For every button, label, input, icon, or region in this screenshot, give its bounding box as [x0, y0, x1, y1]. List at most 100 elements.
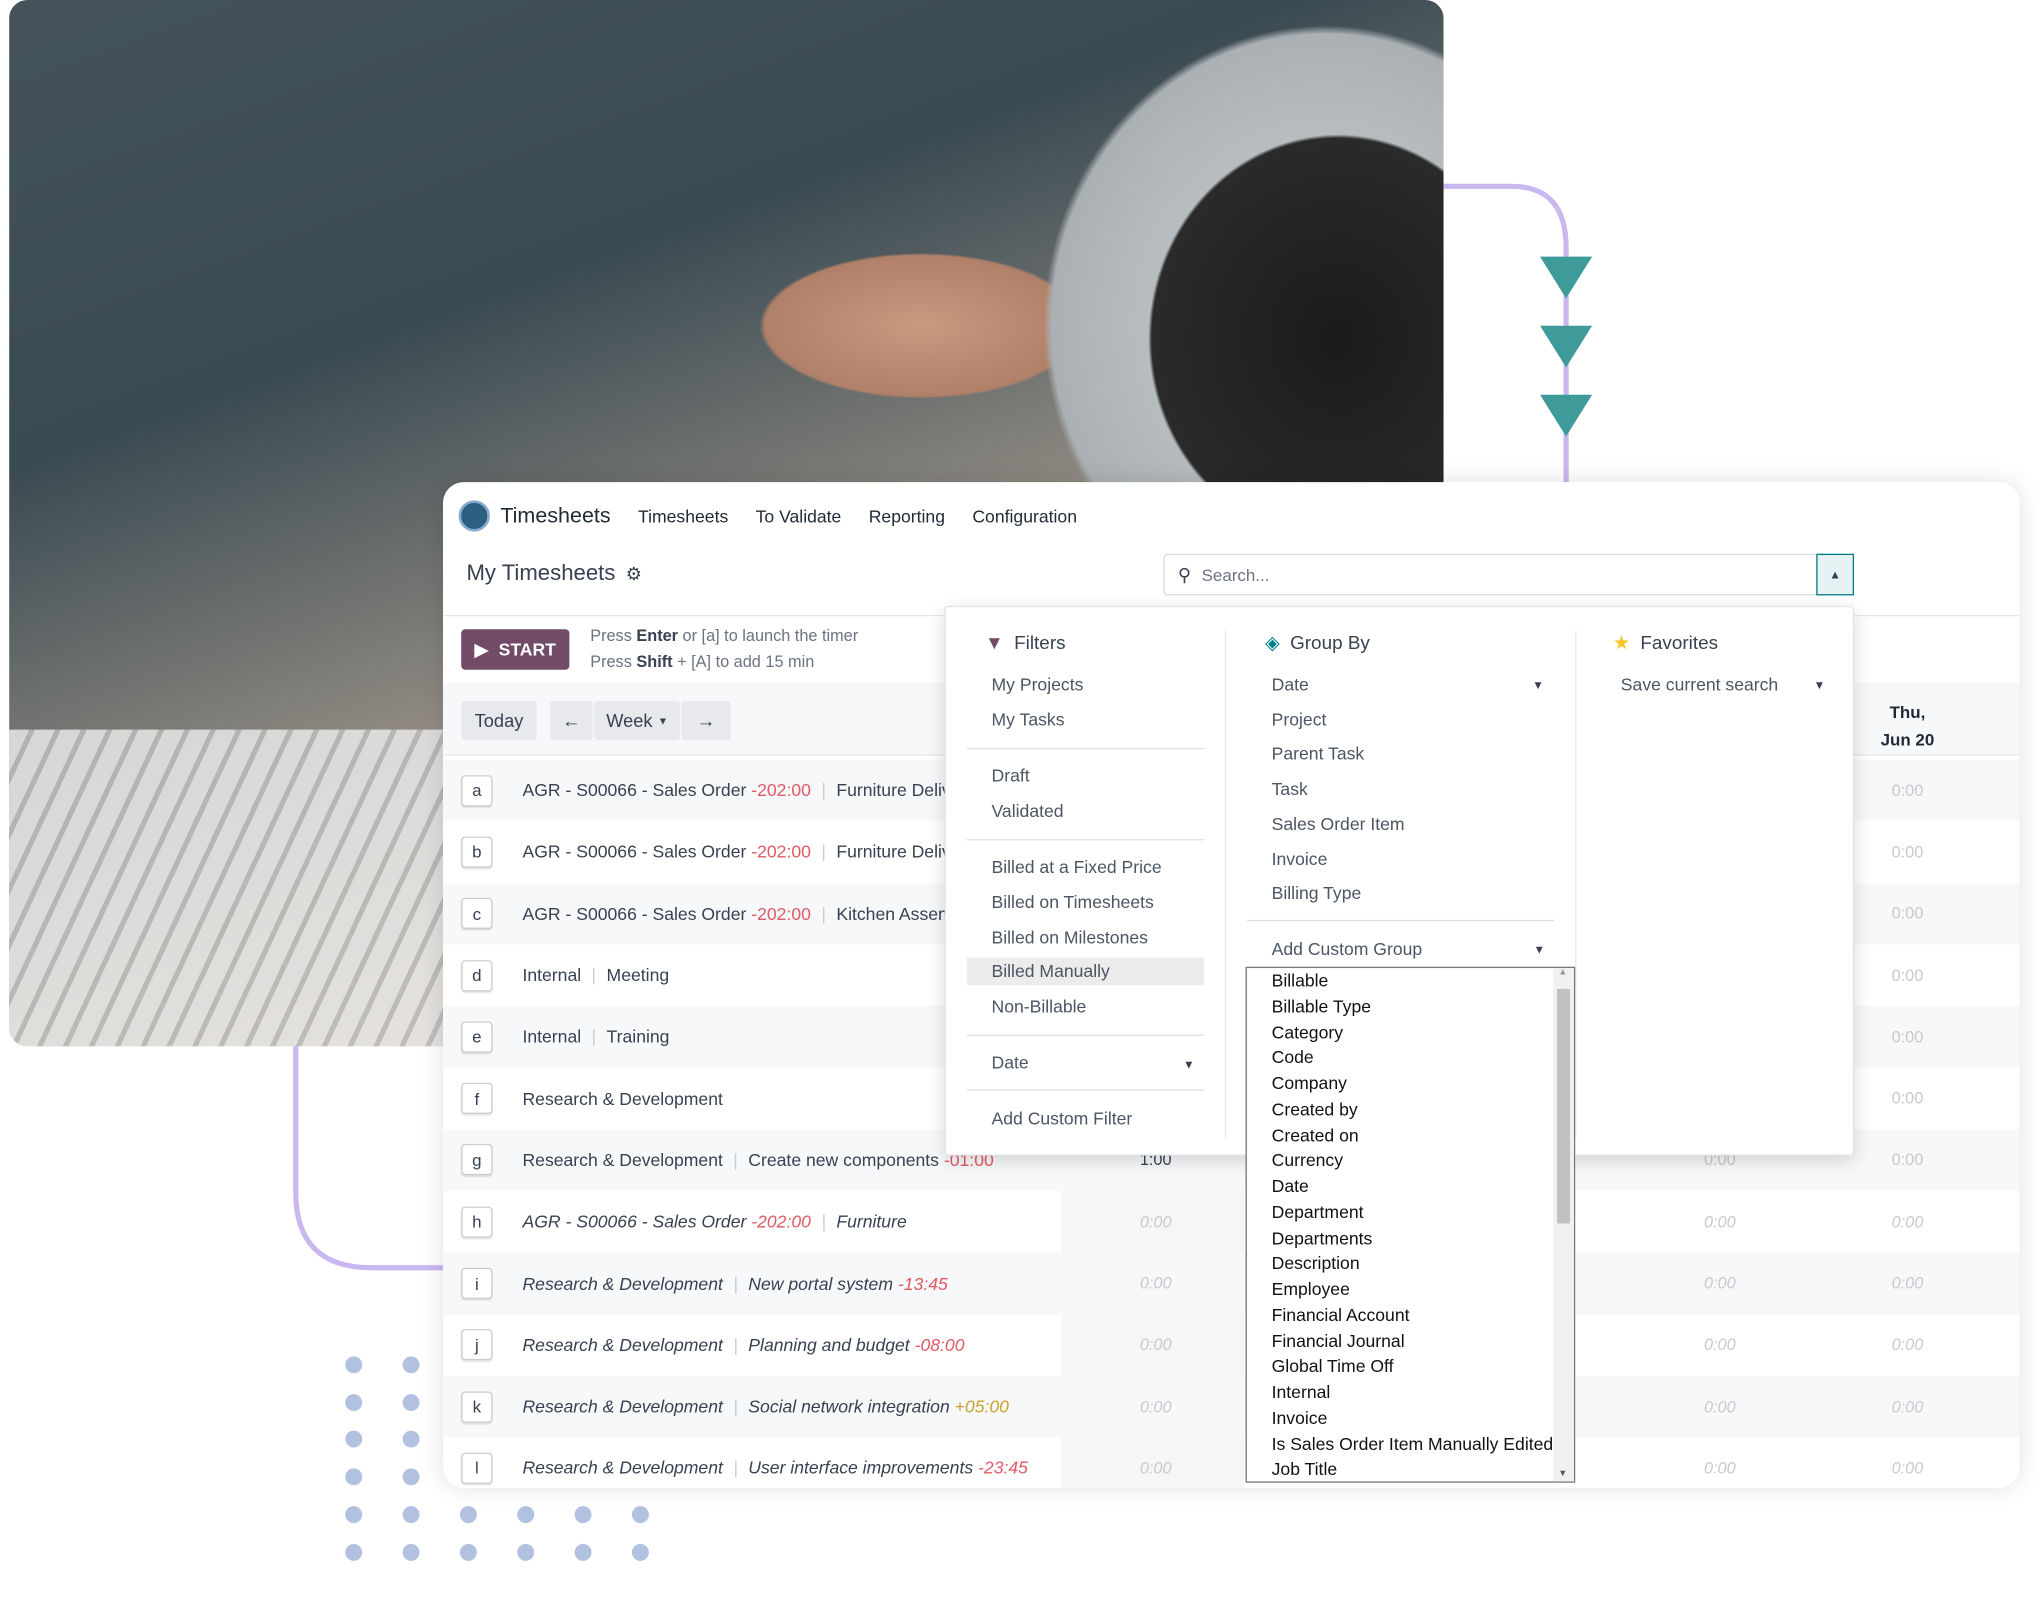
row-label[interactable]: Research & Development | Planning and budg… — [522, 1335, 964, 1355]
select-option[interactable]: Company — [1247, 1071, 1574, 1097]
select-option[interactable]: Employee — [1247, 1277, 1574, 1303]
caret-down-icon[interactable]: ▼ — [1532, 679, 1544, 692]
caret-down-icon[interactable]: ▼ — [1814, 679, 1826, 692]
select-option[interactable]: Job Title — [1247, 1457, 1574, 1481]
hours-cell[interactable]: 0:00 — [1868, 1028, 1946, 1046]
period-dropdown[interactable]: Week ▼ — [594, 700, 681, 741]
select-option[interactable]: Financial Account — [1247, 1303, 1574, 1329]
row-label[interactable]: AGR - S00066 - Sales Order -202:00 | Kitch… — [522, 904, 952, 924]
hours-cell[interactable]: 0:00 — [1868, 1151, 1946, 1169]
hours-cell[interactable]: 0:00 — [1681, 1459, 1759, 1477]
group-by-item[interactable]: Project — [1272, 710, 1327, 730]
select-option[interactable]: Created by — [1247, 1097, 1574, 1123]
start-timer-button[interactable]: ▶ START — [461, 629, 570, 670]
select-option[interactable]: Internal — [1247, 1380, 1574, 1406]
row-label[interactable]: Research & Development | User interface im… — [522, 1459, 1027, 1479]
previous-button[interactable]: ← — [549, 700, 593, 741]
table-row[interactable]: l Research & Development | User interface i… — [443, 1437, 2020, 1487]
row-label[interactable]: AGR - S00066 - Sales Order -202:00 | Furni… — [522, 1212, 906, 1232]
filter-item[interactable]: My Tasks — [992, 710, 1065, 730]
hours-cell[interactable]: 0:00 — [1681, 1213, 1759, 1231]
filter-item[interactable]: Billed on Milestones — [992, 927, 1148, 947]
hours-cell[interactable]: 0:00 — [1868, 1213, 1946, 1231]
select-option[interactable]: Invoice — [1247, 1406, 1574, 1432]
filter-item[interactable]: Billed on Timesheets — [992, 892, 1154, 912]
select-option[interactable]: Is Sales Order Item Manually Edited — [1247, 1431, 1574, 1457]
group-by-item[interactable]: Task — [1272, 779, 1308, 799]
select-option[interactable]: Department — [1247, 1200, 1574, 1226]
filter-item[interactable]: My Projects — [992, 675, 1084, 695]
row-label[interactable]: Internal | Meeting — [522, 965, 669, 985]
hours-cell[interactable]: 0:00 — [1117, 1213, 1195, 1231]
app-logo-icon[interactable] — [458, 500, 490, 532]
filter-item[interactable]: Draft — [992, 766, 1030, 786]
add-custom-group[interactable]: Add Custom Group — [1272, 939, 1423, 959]
group-by-item[interactable]: Invoice — [1272, 849, 1328, 869]
next-button[interactable]: → — [681, 700, 731, 741]
scrollbar[interactable]: ▲ ▼ — [1553, 968, 1574, 1482]
filter-item[interactable]: Validated — [992, 801, 1064, 821]
row-label[interactable]: Research & Development — [522, 1089, 722, 1109]
table-row[interactable]: j Research & Development | Planning and bud… — [443, 1314, 2020, 1376]
hours-cell[interactable]: 0:00 — [1868, 1336, 1946, 1354]
hours-cell[interactable]: 0:00 — [1868, 781, 1946, 799]
row-label[interactable]: AGR - S00066 - Sales Order -202:00 | Furni… — [522, 842, 950, 862]
caret-down-icon[interactable]: ▼ — [1183, 1058, 1195, 1071]
app-name[interactable]: Timesheets — [500, 504, 610, 529]
table-row[interactable]: h AGR - S00066 - Sales Order -202:00 | Furn… — [443, 1191, 2020, 1253]
custom-group-select[interactable]: Billable Billable Type Category Code Company… — [1245, 966, 1576, 1483]
select-option[interactable]: Billable — [1247, 968, 1574, 994]
select-option[interactable]: Billable Type — [1247, 994, 1574, 1020]
hours-cell[interactable]: 0:00 — [1117, 1459, 1195, 1477]
filter-item[interactable]: Non-Billable — [992, 997, 1087, 1017]
scrollbar-thumb[interactable] — [1556, 988, 1570, 1224]
group-by-item[interactable]: Date — [1272, 675, 1309, 695]
caret-down-icon[interactable]: ▼ — [1534, 943, 1546, 956]
select-option[interactable]: Description — [1247, 1251, 1574, 1277]
hours-cell[interactable]: 0:00 — [1868, 966, 1946, 984]
select-option[interactable]: Created on — [1247, 1122, 1574, 1148]
today-button[interactable]: Today — [461, 700, 537, 741]
toggle-search-panel-button[interactable]: ▲ — [1816, 553, 1855, 596]
filter-date[interactable]: Date — [992, 1053, 1029, 1073]
hours-cell[interactable]: 0:00 — [1117, 1336, 1195, 1354]
row-label[interactable]: Research & Development | New portal system… — [522, 1274, 947, 1294]
hours-cell[interactable]: 0:00 — [1681, 1336, 1759, 1354]
hours-cell[interactable]: 0:00 — [1868, 843, 1946, 861]
menu-reporting[interactable]: Reporting — [869, 506, 945, 526]
table-row[interactable]: i Research & Development | New portal syste… — [442, 1252, 2020, 1315]
row-label[interactable]: Research & Development | Social network in… — [522, 1397, 1008, 1417]
select-option[interactable]: Code — [1247, 1045, 1574, 1071]
row-label[interactable]: Research & Development | Create new compon… — [522, 1150, 993, 1170]
hours-cell[interactable]: 0:00 — [1868, 1459, 1946, 1477]
hours-cell[interactable]: 0:00 — [1117, 1274, 1195, 1292]
gear-icon[interactable]: ⚙ — [626, 562, 642, 584]
group-by-item[interactable]: Sales Order Item — [1272, 814, 1405, 834]
menu-timesheets[interactable]: Timesheets — [638, 506, 728, 526]
filter-item[interactable]: Billed at a Fixed Price — [992, 857, 1162, 877]
hours-cell[interactable]: 0:00 — [1868, 1274, 1946, 1292]
select-option[interactable]: Global Time Off — [1247, 1354, 1574, 1380]
select-option[interactable]: Currency — [1247, 1148, 1574, 1174]
group-by-item[interactable]: Parent Task — [1272, 744, 1365, 764]
select-option[interactable]: Departments — [1247, 1225, 1574, 1251]
filter-item[interactable]: Billed Manually — [966, 958, 1204, 986]
menu-configuration[interactable]: Configuration — [972, 506, 1077, 526]
select-option[interactable]: Category — [1247, 1020, 1574, 1046]
add-custom-filter[interactable]: Add Custom Filter — [992, 1109, 1133, 1129]
hours-cell[interactable]: 0:00 — [1681, 1274, 1759, 1292]
hours-cell[interactable]: 0:00 — [1868, 1398, 1946, 1416]
save-current-search[interactable]: Save current search — [1621, 675, 1778, 695]
group-by-item[interactable]: Billing Type — [1272, 884, 1362, 904]
search-input[interactable]: ⚲ Search... ▲ — [1163, 553, 1855, 596]
select-option[interactable]: Date — [1247, 1174, 1574, 1200]
hours-cell[interactable]: 0:00 — [1868, 905, 1946, 923]
select-option[interactable]: Financial Journal — [1247, 1328, 1574, 1354]
hours-cell[interactable]: 0:00 — [1117, 1398, 1195, 1416]
table-row[interactable]: k Research & Development | Social network i… — [442, 1375, 2020, 1438]
row-label[interactable]: AGR - S00066 - Sales Order -202:00 | Furni… — [522, 781, 950, 801]
hours-cell[interactable]: 0:00 — [1868, 1089, 1946, 1107]
menu-to-validate[interactable]: To Validate — [756, 506, 842, 526]
row-label[interactable]: Internal | Training — [522, 1027, 669, 1047]
hours-cell[interactable]: 0:00 — [1681, 1398, 1759, 1416]
